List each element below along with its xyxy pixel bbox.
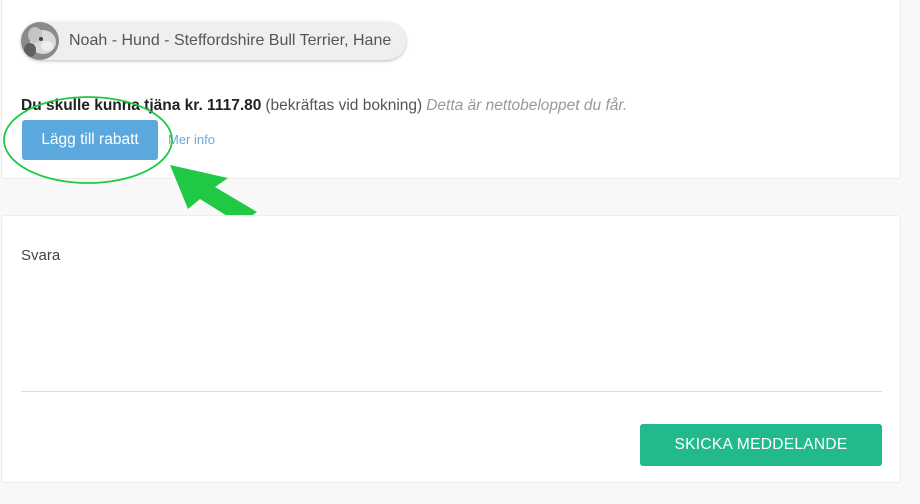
- more-info-link[interactable]: Mer info: [168, 132, 215, 147]
- earnings-amount: Du skulle kunna tjäna kr. 1117.80: [21, 97, 262, 114]
- reply-card: Svara SKICKA MEDDELANDE: [1, 215, 901, 483]
- earnings-note: (bekräftas vid bokning): [265, 97, 423, 114]
- earnings-net-note: Detta är nettobeloppet du får.: [426, 97, 628, 114]
- reply-label: Svara: [21, 247, 61, 264]
- booking-info-card: Noah - Hund - Steffordshire Bull Terrier…: [1, 0, 901, 179]
- earnings-line: Du skulle kunna tjäna kr. 1117.80 (bekräf…: [21, 97, 627, 115]
- pet-chip[interactable]: Noah - Hund - Steffordshire Bull Terrier…: [21, 22, 407, 60]
- dog-avatar-icon: [21, 22, 59, 60]
- send-message-button[interactable]: SKICKA MEDDELANDE: [640, 424, 882, 466]
- pet-label: Noah - Hund - Steffordshire Bull Terrier…: [69, 32, 392, 49]
- add-discount-button[interactable]: Lägg till rabatt: [22, 120, 158, 160]
- reply-textarea[interactable]: [21, 271, 882, 392]
